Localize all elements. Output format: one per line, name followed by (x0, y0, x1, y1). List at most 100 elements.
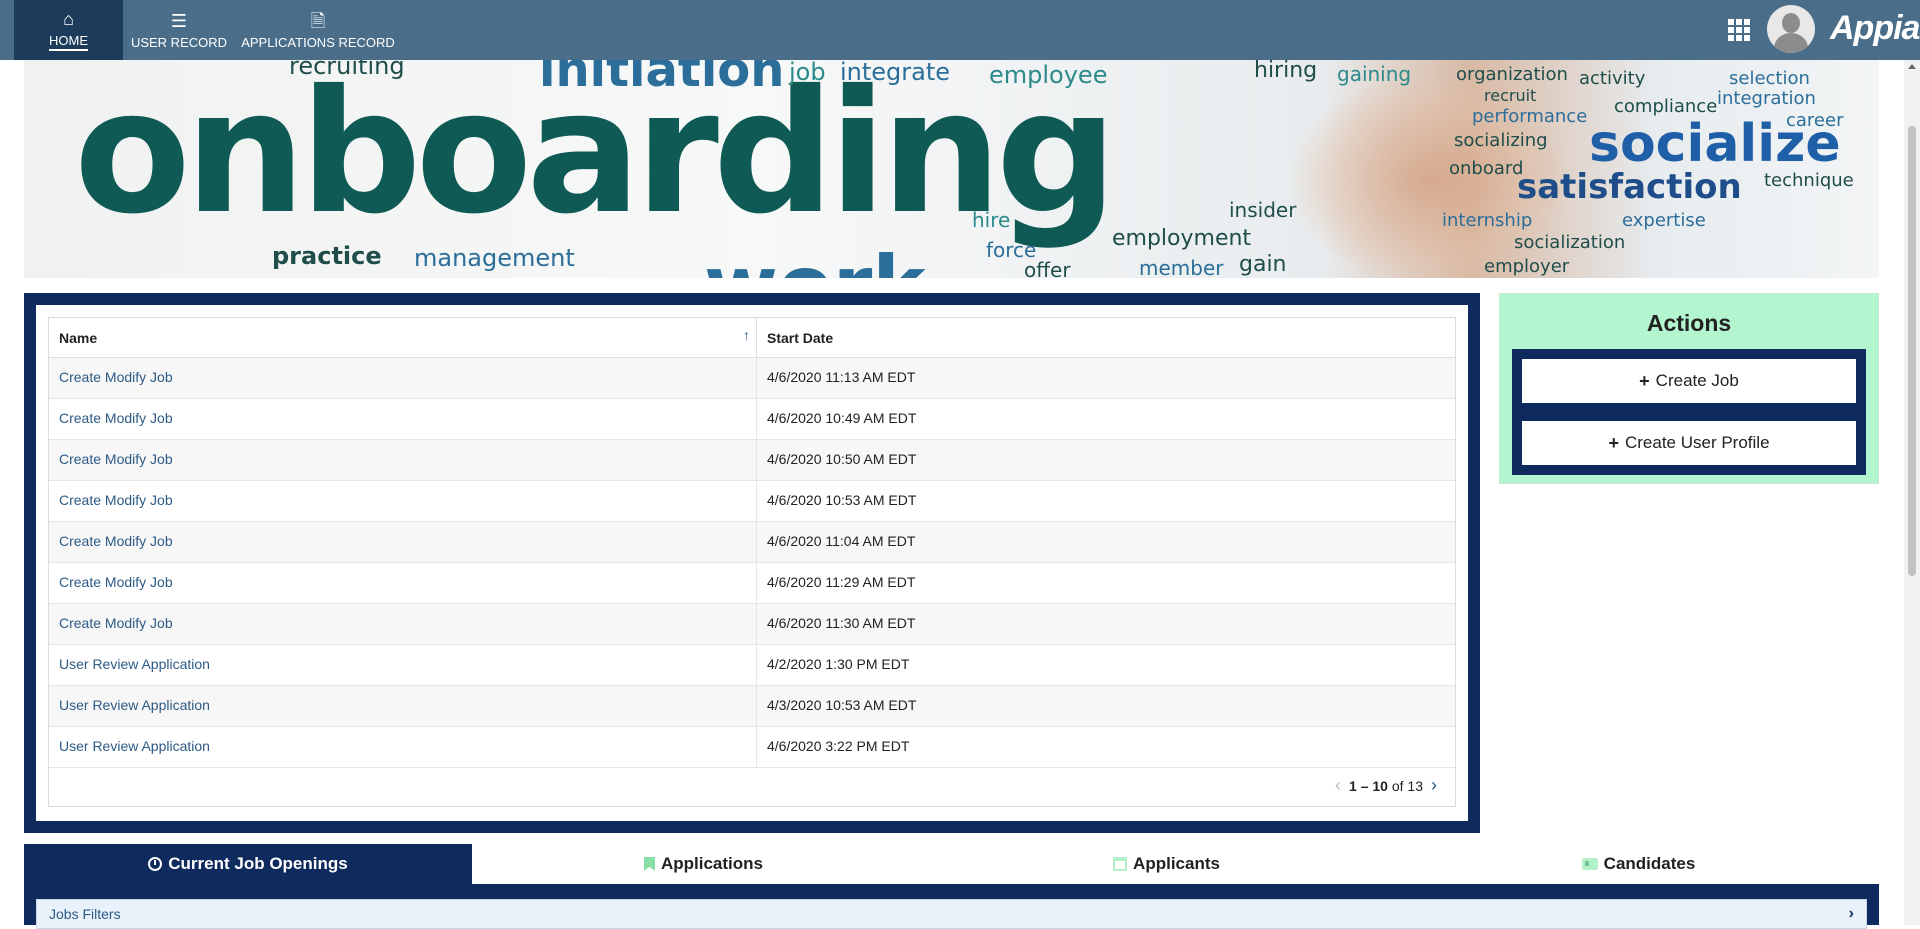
bookmark-icon (643, 857, 655, 871)
banner-word: internship (1442, 210, 1533, 231)
banner-word: socializing (1454, 130, 1548, 151)
pager-range: 1 – 10 (1349, 777, 1388, 794)
banner-word: employment (1112, 226, 1252, 251)
task-name-link[interactable]: Create Modify Job (49, 358, 757, 398)
onboarding-banner-image: onboarding initiation job integrate empl… (24, 60, 1879, 278)
grid-pager: ‹ 1 – 10 of 13 › (1335, 775, 1437, 796)
task-start-date: 4/6/2020 11:29 AM EDT (767, 574, 916, 590)
task-start-date: 4/6/2020 11:30 AM EDT (767, 615, 916, 631)
banner-word: management (414, 244, 575, 272)
next-page-icon[interactable]: › (1431, 775, 1437, 796)
nav-tab-home-label: HOME (49, 33, 88, 51)
banner-word: performance (1472, 106, 1588, 127)
task-grid: Name ↑ Start Date Create Modify Job 4/6/… (48, 317, 1456, 807)
pager-text: 1 – 10 of 13 (1349, 778, 1423, 794)
banner-word: member (1139, 256, 1224, 278)
banner-word: recruiting (289, 60, 405, 80)
task-name-link[interactable]: Create Modify Job (49, 440, 757, 480)
task-name-link[interactable]: Create Modify Job (49, 604, 757, 644)
nav-tab-applications-record[interactable]: 🗎 APPLICATIONS RECORD (240, 0, 396, 60)
tab-candidates[interactable]: Candidates (1398, 844, 1879, 884)
table-row: User Review Application 4/2/2020 1:30 PM… (49, 645, 1455, 686)
nav-tab-user-record[interactable]: ☰ USER RECORD (130, 0, 228, 60)
task-start-date: 4/6/2020 10:53 AM EDT (767, 492, 917, 508)
tab-applicants[interactable]: Applicants (935, 844, 1398, 884)
task-start-date: 4/6/2020 3:22 PM EDT (767, 738, 910, 754)
tab-applicants-label: Applicants (1133, 854, 1220, 873)
grid-header: Name ↑ Start Date (49, 318, 1455, 358)
task-start-date: 4/2/2020 1:30 PM EDT (767, 656, 910, 672)
create-job-button[interactable]: + Create Job (1522, 359, 1856, 403)
banner-word: socialize (1589, 114, 1841, 174)
banner-word: recruit (1484, 86, 1537, 105)
home-icon: ⌂ (63, 9, 74, 29)
appian-logo: Appian (1830, 9, 1920, 47)
nav-tab-home[interactable]: ⌂ HOME (14, 0, 123, 60)
actions-button-group: + Create Job + Create User Profile (1512, 349, 1866, 475)
banner-word: job (789, 60, 826, 86)
banner-word: employer (1484, 256, 1570, 277)
column-header-start-date[interactable]: Start Date (757, 318, 1455, 357)
task-name-link[interactable]: User Review Application (49, 686, 757, 726)
tab-candidates-label: Candidates (1603, 854, 1696, 873)
table-row: Create Modify Job 4/6/2020 11:29 AM EDT (49, 563, 1455, 604)
scroll-up-icon[interactable] (1908, 64, 1916, 69)
page-scrollbar[interactable] (1904, 60, 1920, 925)
actions-title: Actions (1646, 310, 1732, 336)
task-name-link[interactable]: Create Modify Job (49, 522, 757, 562)
column-header-name[interactable]: Name ↑ (49, 318, 757, 357)
column-header-start-date-label: Start Date (767, 330, 834, 346)
top-navigation-bar: ⌂ HOME ☰ USER RECORD 🗎 APPLICATIONS RECO… (0, 0, 1920, 60)
tab-applications[interactable]: Applications (472, 844, 935, 884)
tab-applications-label: Applications (660, 854, 763, 873)
tab-current-job-openings[interactable]: Current Job Openings (24, 844, 472, 884)
task-name-link[interactable]: Create Modify Job (49, 481, 757, 521)
banner-word: technique (1764, 170, 1854, 191)
banner-word: satisfaction (1517, 167, 1742, 207)
tab-current-job-openings-label: Current Job Openings (168, 854, 348, 873)
sort-ascending-icon[interactable]: ↑ (743, 327, 750, 343)
task-start-date: 4/3/2020 10:53 AM EDT (767, 697, 917, 713)
task-start-date: 4/6/2020 11:04 AM EDT (767, 533, 916, 549)
app-launcher-icon[interactable] (1728, 19, 1750, 41)
task-start-date: 4/6/2020 11:13 AM EDT (767, 369, 916, 385)
table-row: User Review Application 4/6/2020 3:22 PM… (49, 727, 1455, 768)
table-row: Create Modify Job 4/6/2020 11:13 AM EDT (49, 358, 1455, 399)
banner-word: gain (1239, 252, 1287, 277)
task-name-link[interactable]: User Review Application (49, 727, 757, 767)
previous-page-icon[interactable]: ‹ (1335, 775, 1341, 796)
banner-word: socialization (1514, 232, 1626, 253)
task-name-link[interactable]: Create Modify Job (49, 399, 757, 439)
table-row: Create Modify Job 4/6/2020 11:04 AM EDT (49, 522, 1455, 563)
actions-panel: Actions + Create Job + Create User Profi… (1499, 293, 1879, 484)
banner-word: integration (1717, 88, 1816, 109)
task-name-link[interactable]: Create Modify Job (49, 563, 757, 603)
clock-icon (148, 857, 163, 871)
plus-icon: + (1639, 370, 1650, 391)
task-start-date: 4/6/2020 10:50 AM EDT (767, 451, 917, 467)
record-tabs: Current Job Openings Applications Applic… (24, 844, 1879, 884)
banner-word: integrate (840, 60, 951, 86)
task-start-date: 4/6/2020 10:49 AM EDT (767, 410, 917, 426)
jobs-filters-label: Jobs Filters (49, 906, 121, 922)
table-row: Create Modify Job 4/6/2020 11:30 AM EDT (49, 604, 1455, 645)
banner-word: practice (272, 242, 382, 270)
banner-word: expertise (1622, 210, 1706, 231)
create-job-label: Create Job (1655, 371, 1739, 390)
banner-word: hire (972, 208, 1011, 232)
user-avatar[interactable] (1767, 5, 1815, 53)
table-row: Create Modify Job 4/6/2020 10:50 AM EDT (49, 440, 1455, 481)
banner-word: selection (1729, 68, 1810, 89)
banner-word: activity (1579, 68, 1646, 89)
banner-word: gaining (1337, 62, 1412, 86)
scrollbar-thumb[interactable] (1908, 126, 1916, 576)
create-user-profile-label: Create User Profile (1624, 433, 1770, 452)
pager-of-label: of (1391, 777, 1404, 794)
create-user-profile-button[interactable]: + Create User Profile (1522, 421, 1856, 465)
nav-tab-user-record-label: USER RECORD (130, 34, 228, 50)
task-name-link[interactable]: User Review Application (49, 645, 757, 685)
banner-word: organization (1456, 64, 1568, 85)
banner-word: initiation (539, 60, 785, 98)
table-row: Create Modify Job 4/6/2020 10:49 AM EDT (49, 399, 1455, 440)
task-list-panel: Name ↑ Start Date Create Modify Job 4/6/… (24, 293, 1480, 833)
